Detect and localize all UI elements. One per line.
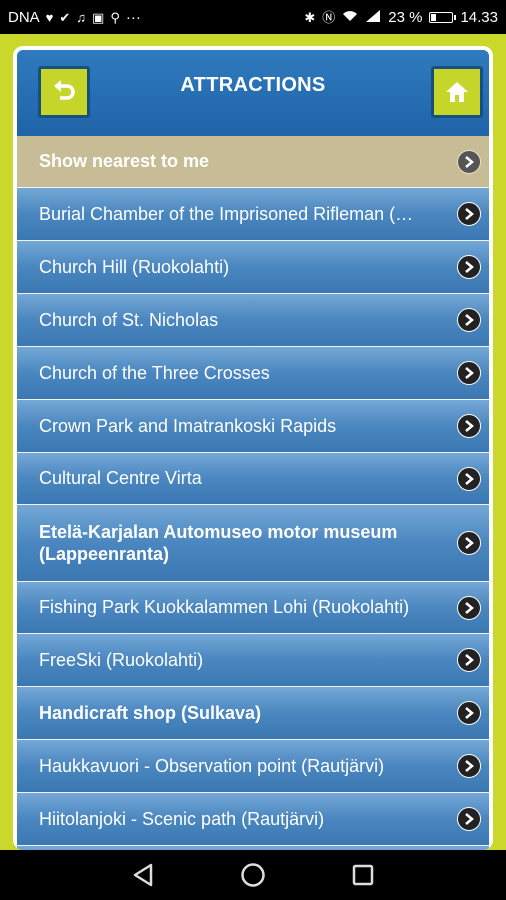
battery-icon [429,11,457,23]
list-item[interactable]: Hiitolanjoki - Scenic path (Rautjärvi) [17,793,489,846]
bluetooth-icon: ✱ [304,9,316,25]
nav-back-button[interactable] [128,860,158,890]
chevron-right-icon [457,308,481,332]
heart-icon: ♥ [45,9,54,25]
list-item-label: Show nearest to me [39,151,210,171]
nfc-icon: Ⓝ [322,9,336,25]
list-item-label: Burial Chamber of the Imprisoned Riflema… [39,203,414,224]
chevron-right-icon [457,595,481,620]
list-item[interactable]: Fishing Park Kuokkalammen Lohi (Ruokolah… [17,582,489,634]
list-item-label: Hiitolanjoki - Scenic path (Rautjärvi) [39,808,325,829]
chevron-right-icon [457,361,481,385]
show-nearest-button[interactable]: Show nearest to me [17,136,489,188]
square-recents-icon [352,864,374,886]
circle-home-icon [241,863,265,887]
chevron-right-icon [457,807,481,831]
nav-home-button[interactable] [238,860,268,890]
location-icon: ⚲ [110,9,120,25]
list-item-label: FreeSki (Ruokolahti) [39,649,204,670]
list-item-label: Church Hill (Ruokolahti) [39,256,230,277]
chevron-right-icon [457,149,481,174]
nav-recents-button[interactable] [348,860,378,890]
more-notifications-icon: ··· [125,8,141,26]
list-item[interactable]: Church of the Three Crosses [17,347,489,400]
list-item-label: Fishing Park Kuokkalammen Lohi (Ruokolah… [39,597,410,617]
app-notification-icon: ▣ [92,9,105,25]
list-item-label: Church of St. Nicholas [39,309,219,330]
chevron-right-icon [457,648,481,672]
attractions-list: Show nearest to me Burial Chamber of the… [17,136,489,850]
battery-percent: 23 % [388,8,423,26]
list-item[interactable]: Cultural Centre Virta [17,453,489,505]
chevron-right-icon [457,466,481,491]
triangle-back-icon [133,863,153,887]
status-bar: DNA ♥ ✔ ♫ ▣ ⚲ ··· ✱ Ⓝ 23 % 14.33 [0,0,506,34]
navigation-bar [0,850,506,900]
list-item[interactable]: Church Hill (Ruokolahti) [17,241,489,294]
list-item-label: Crown Park and Imatrankoski Rapids [39,415,337,436]
list-item[interactable]: Handicraft shop (Sulkava) [17,687,489,740]
list-item[interactable]: FreeSki (Ruokolahti) [17,634,489,687]
wifi-icon [342,10,358,24]
list-item[interactable]: Burial Chamber of the Imprisoned Riflema… [17,188,489,241]
list-item-label: Church of the Three Crosses [39,362,270,383]
chevron-right-icon [457,701,481,725]
list-item[interactable]: Etelä-Karjalan Automuseo motor museum (L… [17,505,489,582]
chevron-right-icon [457,414,481,438]
signal-icon [365,10,381,24]
page-title: ATTRACTIONS [180,74,326,96]
list-item-label: Handicraft shop (Sulkava) [39,702,262,723]
list-item[interactable]: Crown Park and Imatrankoski Rapids [17,400,489,453]
checkmark-icon: ✔ [59,9,71,25]
list-item-label: Etelä-Karjalan Automuseo motor museum (L… [39,522,398,564]
app-frame: ATTRACTIONS Show nearest to me Burial Ch… [13,46,493,850]
carrier-name: DNA [8,8,40,26]
header: ATTRACTIONS [17,50,489,136]
chevron-right-icon [457,531,481,555]
home-button[interactable] [431,66,483,118]
music-icon: ♫ [76,9,87,25]
list-item[interactable]: Haukkavuori - Observation point (Rautjär… [17,740,489,793]
list-item-label: Haukkavuori - Observation point (Rautjär… [39,755,385,776]
chevron-right-icon [457,754,481,778]
clock: 14.33 [460,8,498,26]
chevron-right-icon [457,255,481,279]
home-icon [446,82,468,102]
list-item-label: Cultural Centre Virta [39,468,202,488]
chevron-right-icon [457,202,481,226]
list-item[interactable]: Church of St. Nicholas [17,294,489,347]
